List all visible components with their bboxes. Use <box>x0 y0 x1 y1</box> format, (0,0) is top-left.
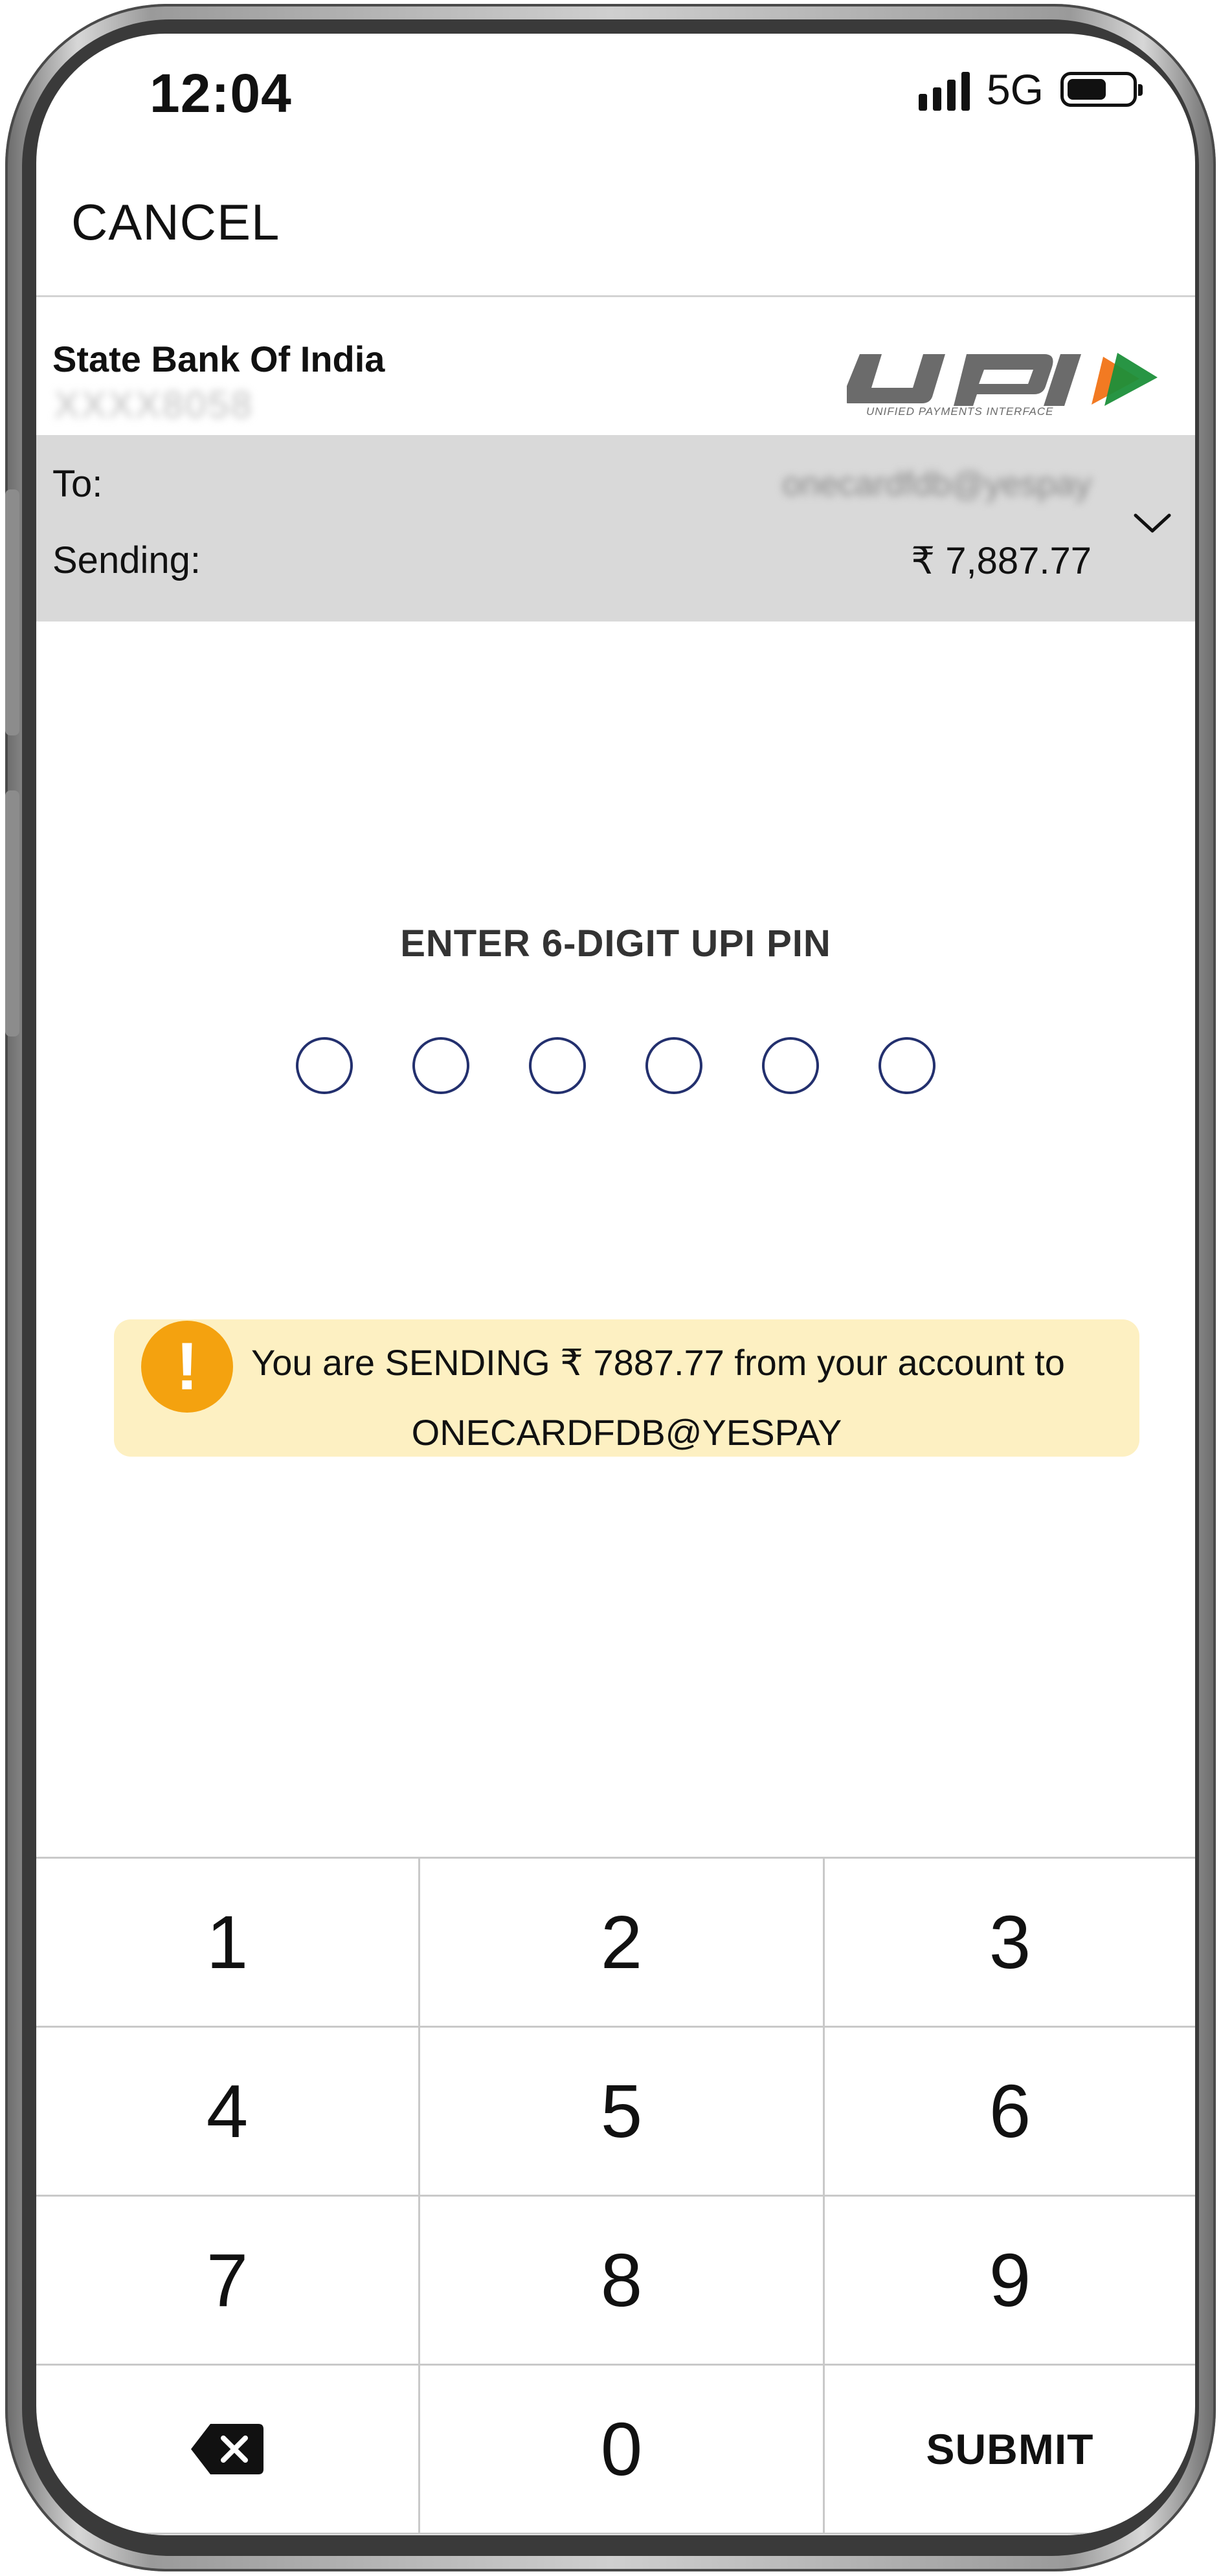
pin-title: ENTER 6-DIGIT UPI PIN <box>400 923 831 965</box>
sending-amount: ₹ 7,887.77 <box>911 540 1092 582</box>
sending-label: Sending: <box>52 539 201 581</box>
phone-screen: 12:04 5G CANCEL State Bank Of India XXXX… <box>36 34 1195 2535</box>
pin-digit-1[interactable] <box>296 1037 353 1094</box>
header-divider <box>36 295 1195 297</box>
to-label: To: <box>52 463 103 505</box>
keypad-row: 4 5 6 <box>36 2028 1195 2197</box>
submit-button[interactable]: SUBMIT <box>825 2366 1195 2533</box>
exclamation-icon: ! <box>141 1321 233 1413</box>
backspace-button[interactable] <box>36 2366 420 2533</box>
payment-summary: To: onecardfdb@yespay Sending: ₹ 7,887.7… <box>36 435 1195 622</box>
upi-logo: UNIFIED PAYMENTS INTERFACE <box>847 353 1158 418</box>
upi-logo-tagline: UNIFIED PAYMENTS INTERFACE <box>866 405 1054 418</box>
key-7[interactable]: 7 <box>36 2197 420 2364</box>
status-icons: 5G <box>918 65 1143 114</box>
warning-text-line2: ONECARDFDB@YESPAY <box>411 1412 842 1453</box>
bank-name: State Bank Of India <box>52 339 385 379</box>
key-0[interactable]: 0 <box>420 2366 825 2533</box>
warning-banner: ! You are SENDING ₹ 7887.77 from your ac… <box>114 1319 1139 1457</box>
key-1[interactable]: 1 <box>36 1859 420 2026</box>
signal-bars-icon <box>918 68 970 111</box>
battery-icon <box>1060 72 1143 107</box>
key-5[interactable]: 5 <box>420 2028 825 2195</box>
keypad-row: 0 SUBMIT <box>36 2366 1195 2535</box>
keypad-row: 1 2 3 <box>36 1859 1195 2028</box>
pin-input[interactable] <box>36 1037 1195 1094</box>
chevron-down-icon[interactable] <box>1132 502 1173 544</box>
pin-digit-5[interactable] <box>762 1037 819 1094</box>
key-3[interactable]: 3 <box>825 1859 1195 2026</box>
pin-digit-2[interactable] <box>412 1037 469 1094</box>
warning-text-line1: You are SENDING ₹ 7887.77 from your acco… <box>251 1342 1065 1383</box>
volume-up-button <box>5 489 19 735</box>
network-type: 5G <box>986 65 1044 113</box>
pin-digit-4[interactable] <box>645 1037 702 1094</box>
pin-digit-6[interactable] <box>879 1037 935 1094</box>
pin-digit-3[interactable] <box>529 1037 586 1094</box>
cancel-button[interactable]: CANCEL <box>71 193 280 252</box>
backspace-icon <box>191 2424 263 2474</box>
keypad-row: 7 8 9 <box>36 2197 1195 2366</box>
volume-down-button <box>5 790 19 1036</box>
key-9[interactable]: 9 <box>825 2197 1195 2364</box>
key-2[interactable]: 2 <box>420 1859 825 2026</box>
key-8[interactable]: 8 <box>420 2197 825 2364</box>
key-4[interactable]: 4 <box>36 2028 420 2195</box>
to-value: onecardfdb@yespay <box>782 465 1092 503</box>
key-6[interactable]: 6 <box>825 2028 1195 2195</box>
numeric-keypad: 1 2 3 4 5 6 7 8 9 0 SUBMIT <box>36 1857 1195 2535</box>
account-number: XXXX8058 <box>54 384 254 426</box>
status-time: 12:04 <box>150 63 292 124</box>
